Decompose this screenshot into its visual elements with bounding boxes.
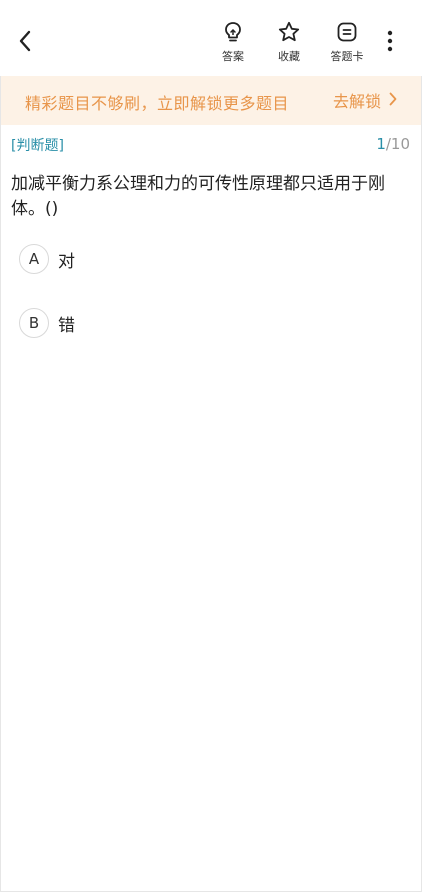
option-letter-badge: A — [19, 244, 49, 274]
question-total: /10 — [385, 135, 410, 153]
question-current-number: 1 — [376, 135, 386, 153]
favorite-label: 收藏 — [278, 50, 300, 63]
unlock-link[interactable]: 去解锁 — [333, 88, 397, 112]
option-b[interactable]: B 错 — [19, 307, 75, 339]
question-counter: 1/10 — [376, 135, 410, 153]
answer-card-button[interactable]: 答题卡 — [325, 20, 369, 68]
chevron-right-icon — [381, 91, 397, 110]
unlock-link-label: 去解锁 — [333, 92, 382, 111]
answer-card-label: 答题卡 — [330, 50, 364, 63]
question-text: 加减平衡力系公理和力的可传性原理都只适用于刚体。() — [11, 174, 385, 219]
more-options-button[interactable] — [380, 28, 400, 58]
top-bar: 答案 收藏 答题卡 — [0, 0, 422, 76]
option-a[interactable]: A 对 — [19, 243, 75, 275]
question-type-label: [判断题] — [11, 138, 64, 154]
more-vertical-icon — [387, 30, 393, 56]
app-frame — [0, 0, 422, 892]
answer-card-icon — [335, 20, 359, 44]
favorite-button[interactable]: 收藏 — [267, 20, 311, 68]
banner-text: 精彩题目不够刷，立即解锁更多题目 — [25, 94, 290, 113]
answer-label: 答案 — [222, 50, 244, 63]
option-letter-badge: B — [19, 308, 49, 338]
answer-button[interactable]: 答案 — [211, 20, 255, 68]
star-icon — [277, 20, 301, 44]
unlock-banner[interactable]: 精彩题目不够刷，立即解锁更多题目 去解锁 — [1, 76, 421, 125]
option-text: 错 — [58, 315, 75, 336]
option-text: 对 — [58, 251, 75, 272]
chevron-left-icon — [17, 29, 33, 57]
back-button[interactable] — [10, 26, 40, 60]
lightbulb-icon — [221, 20, 245, 44]
